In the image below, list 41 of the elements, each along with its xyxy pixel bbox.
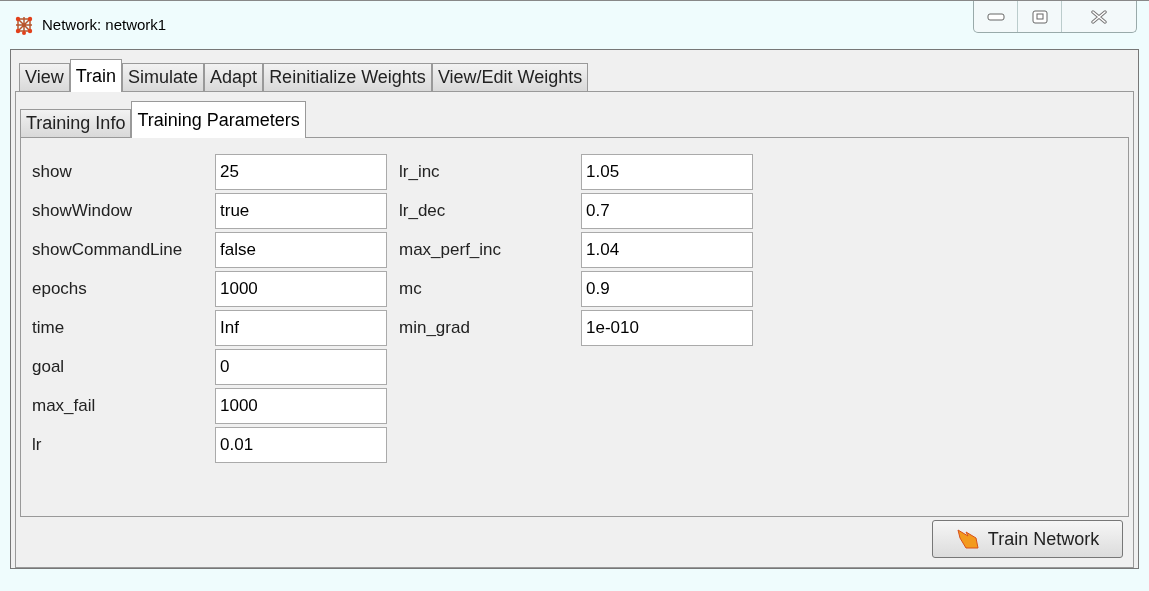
input-field[interactable]: true (215, 193, 387, 229)
network-icon (14, 15, 34, 35)
flame-icon (955, 528, 982, 550)
tab[interactable]: Training Parameters (131, 101, 306, 138)
train-network-button[interactable]: Train Network (932, 520, 1123, 558)
input-field[interactable]: false (215, 232, 387, 268)
tab[interactable]: View (19, 63, 70, 91)
parameter-label: max_fail (32, 395, 97, 418)
parameter-label: showCommandLine (32, 239, 184, 262)
parameter-label: showWindow (32, 200, 134, 223)
tab[interactable]: Training Info (20, 109, 132, 137)
input-field[interactable]: 1.04 (581, 232, 753, 268)
parameter-label: goal (32, 356, 66, 379)
parameter-label: time (32, 317, 66, 340)
input-field[interactable]: 25 (215, 154, 387, 190)
input-field[interactable]: 1.05 (581, 154, 753, 190)
parameter-label: lr (32, 434, 43, 457)
input-field[interactable]: Inf (215, 310, 387, 346)
close-icon (1090, 9, 1108, 24)
parameter-label: epochs (32, 278, 88, 301)
maximize-icon (1031, 9, 1048, 24)
tab[interactable]: Simulate (122, 63, 205, 91)
parameter-label: min_grad (399, 317, 471, 340)
parameter-label: max_perf_inc (399, 239, 503, 262)
input-field[interactable]: 0.01 (215, 427, 387, 463)
input-field[interactable]: 0 (215, 349, 387, 385)
input-field[interactable]: 1e-010 (581, 310, 753, 346)
parameter-label: lr_inc (399, 161, 441, 184)
parameter-label: show (32, 161, 73, 184)
parameter-label: lr_dec (399, 200, 447, 223)
input-field[interactable]: 0.7 (581, 193, 753, 229)
input-field[interactable]: 1000 (215, 271, 387, 307)
parameter-label: mc (399, 278, 423, 301)
tab[interactable]: View/Edit Weights (431, 63, 589, 91)
window-title: Network: network1 (42, 14, 167, 35)
input-field[interactable]: 0.9 (581, 271, 753, 307)
tab[interactable]: Train (69, 59, 123, 92)
minimize-icon (986, 12, 1005, 21)
tab[interactable]: Adapt (204, 63, 264, 91)
tab[interactable]: Reinitialize Weights (263, 63, 432, 91)
input-field[interactable]: 1000 (215, 388, 387, 424)
